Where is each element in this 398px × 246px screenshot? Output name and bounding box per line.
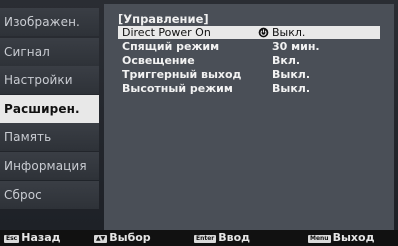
setting-row-trigger-out[interactable]: Триггерный выход Выкл. [118,68,380,81]
submenu-title: [Управление] [118,12,209,26]
setting-row-sleep-mode[interactable]: Спящий режим 30 мин. [118,40,380,53]
hint-enter: Enter Ввод [194,231,250,245]
arrow-keys-icon: ▲▼ [94,235,108,243]
hint-select: ▲▼ Выбор [94,231,151,245]
menu-item-image[interactable]: Изображен. [0,8,99,36]
setting-value: Выкл. [272,82,311,95]
key-hint-bar: Esc Назад ▲▼ Выбор Enter Ввод Menu Выход [0,230,398,246]
menu-item-extended[interactable]: Расширен. [0,95,99,123]
hint-back-label: Назад [21,231,61,244]
power-icon [258,27,269,38]
setting-row-illumination[interactable]: Освещение Вкл. [118,54,380,67]
setting-label: Спящий режим [122,40,220,53]
setting-row-direct-power-on[interactable]: Direct Power On Выкл. [118,26,380,39]
menu-item-information[interactable]: Информация [0,152,99,180]
setting-row-high-altitude[interactable]: Высотный режим Выкл. [118,82,380,95]
menu-item-signal[interactable]: Сигнал [0,38,99,66]
setting-label: Высотный режим [122,82,233,95]
enter-key-icon: Enter [194,235,217,243]
projector-menu-screen: Изображен. Сигнал Настройки Расширен. Па… [0,0,398,246]
hint-exit: Menu Выход [308,231,374,245]
hint-enter-label: Ввод [218,231,251,244]
esc-key-icon: Esc [4,235,20,243]
setting-value: Выкл. [272,68,311,81]
submenu-panel: [Управление] Direct Power On Выкл. Спящи… [104,4,394,230]
setting-value: 30 мин. [272,40,320,53]
setting-label: Direct Power On [122,26,211,39]
setting-label: Триггерный выход [122,68,242,81]
hint-select-label: Выбор [109,231,151,244]
menu-item-settings[interactable]: Настройки [0,66,99,94]
menu-item-reset[interactable]: Сброс [0,181,99,209]
setting-value: Вкл. [272,54,301,67]
setting-label: Освещение [122,54,195,67]
hint-back: Esc Назад [4,231,61,245]
hint-exit-label: Выход [332,231,375,244]
menu-item-memory[interactable]: Память [0,123,99,151]
menu-key-icon: Menu [308,235,331,243]
setting-value: Выкл. [272,26,306,39]
